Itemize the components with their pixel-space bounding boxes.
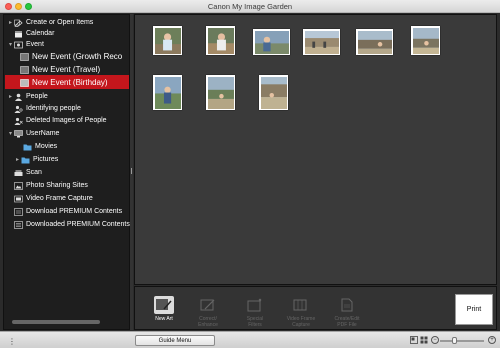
pencil-icon: [14, 19, 23, 27]
event-album-icon: [20, 65, 29, 74]
sidebar-item-event-birthday[interactable]: New Event (Birthday): [20, 76, 108, 89]
video-frame-icon: [14, 195, 23, 203]
expand-arrow-icon[interactable]: ▸: [14, 156, 21, 163]
info-icon[interactable]: ⋮: [8, 337, 16, 346]
pdf-file-icon: [337, 296, 357, 314]
premium-folder-icon: [14, 220, 23, 229]
photo-thumbnail[interactable]: [253, 29, 290, 55]
person-icon: [14, 93, 23, 101]
photo-thumbnail[interactable]: [206, 26, 235, 55]
expand-arrow-icon[interactable]: ▸: [7, 19, 14, 26]
expand-arrow-icon[interactable]: ▾: [7, 41, 14, 48]
sidebar-item-identifying-people[interactable]: Identifying people: [7, 103, 81, 114]
new-art-button[interactable]: New Art: [144, 296, 184, 322]
status-bar: ⋮ Guide Menu − +: [0, 331, 500, 348]
sidebar-item-download-premium[interactable]: Download PREMIUM Contents: [7, 206, 122, 217]
zoom-out-button[interactable]: −: [431, 336, 439, 344]
sidebar-item-event-growth[interactable]: New Event (Growth Reco: [20, 50, 122, 63]
video-frame-capture-button[interactable]: Video Frame Capture: [281, 296, 321, 328]
premium-download-icon: [14, 207, 23, 216]
folder-icon: [23, 143, 32, 151]
person-search-icon: [14, 105, 23, 113]
photo-thumbnail[interactable]: [259, 75, 288, 110]
computer-icon: [14, 129, 23, 138]
sidebar-item-pictures[interactable]: ▸ Pictures: [14, 154, 58, 165]
calendar-icon: [14, 30, 23, 38]
sidebar-item-downloaded-premium[interactable]: Downloaded PREMIUM Contents: [7, 219, 130, 230]
correct-enhance-icon: [198, 296, 218, 314]
thumbnail-view-icon[interactable]: [420, 336, 428, 344]
photo-thumbnail[interactable]: [153, 75, 182, 110]
photo-thumbnail[interactable]: [411, 26, 440, 55]
window-title: Canon My Image Garden: [207, 2, 293, 11]
event-album-icon: [20, 78, 29, 87]
sidebar-item-event-travel[interactable]: New Event (Travel): [20, 63, 100, 76]
sidebar-item-photo-sharing[interactable]: Photo Sharing Sites: [7, 180, 88, 191]
sidebar-item-video-frame-capture[interactable]: Video Frame Capture: [7, 193, 93, 204]
sidebar-item-deleted-images[interactable]: Deleted Images of People: [7, 115, 107, 126]
sidebar-item-create-or-open-items[interactable]: ▸ Create or Open Items: [7, 17, 93, 28]
photo-thumbnail[interactable]: [303, 29, 340, 55]
event-album-icon: [20, 52, 29, 61]
create-edit-pdf-button[interactable]: Create/Edit PDF File: [327, 296, 367, 328]
special-filters-button[interactable]: Special Filters: [235, 296, 275, 328]
zoom-in-button[interactable]: +: [488, 336, 496, 344]
details-view-icon[interactable]: [410, 336, 418, 344]
print-button[interactable]: Print: [455, 294, 493, 325]
sidebar-item-scan[interactable]: Scan: [7, 167, 42, 178]
title-bar: Canon My Image Garden: [0, 0, 500, 13]
event-icon: [14, 41, 23, 49]
zoom-slider[interactable]: [440, 340, 484, 342]
expand-arrow-icon[interactable]: ▾: [7, 130, 14, 137]
sidebar-item-event[interactable]: ▾ Event: [7, 39, 44, 50]
photo-sharing-icon: [14, 181, 23, 190]
folder-icon: [21, 156, 30, 164]
photo-thumbnail[interactable]: [153, 26, 182, 55]
sidebar-item-calendar[interactable]: Calendar: [7, 28, 54, 39]
image-view-area: [134, 14, 497, 285]
sidebar-item-username[interactable]: ▾ UserName: [7, 128, 59, 139]
sidebar-item-movies[interactable]: Movies: [23, 141, 57, 152]
deleted-person-icon: [14, 117, 23, 125]
video-frame-capture-icon: [291, 296, 311, 314]
expand-arrow-icon[interactable]: ▸: [7, 93, 14, 100]
new-art-icon: [154, 296, 174, 314]
sidebar: ▸ Create or Open Items Calendar ▾ Event …: [3, 14, 130, 330]
special-filters-icon: [245, 296, 265, 314]
action-toolbar: New Art Correct/ Enhance Special Filters…: [134, 286, 497, 330]
guide-menu-button[interactable]: Guide Menu: [135, 335, 215, 346]
sidebar-horizontal-scrollbar[interactable]: [12, 320, 100, 324]
sidebar-item-people[interactable]: ▸ People: [7, 91, 48, 102]
photo-thumbnail[interactable]: [356, 29, 393, 55]
zoom-slider-knob[interactable]: [452, 337, 457, 344]
correct-enhance-button[interactable]: Correct/ Enhance: [188, 296, 228, 328]
scanner-icon: [14, 169, 23, 177]
photo-thumbnail[interactable]: [206, 75, 235, 110]
splitter-handle-icon: [131, 168, 132, 174]
